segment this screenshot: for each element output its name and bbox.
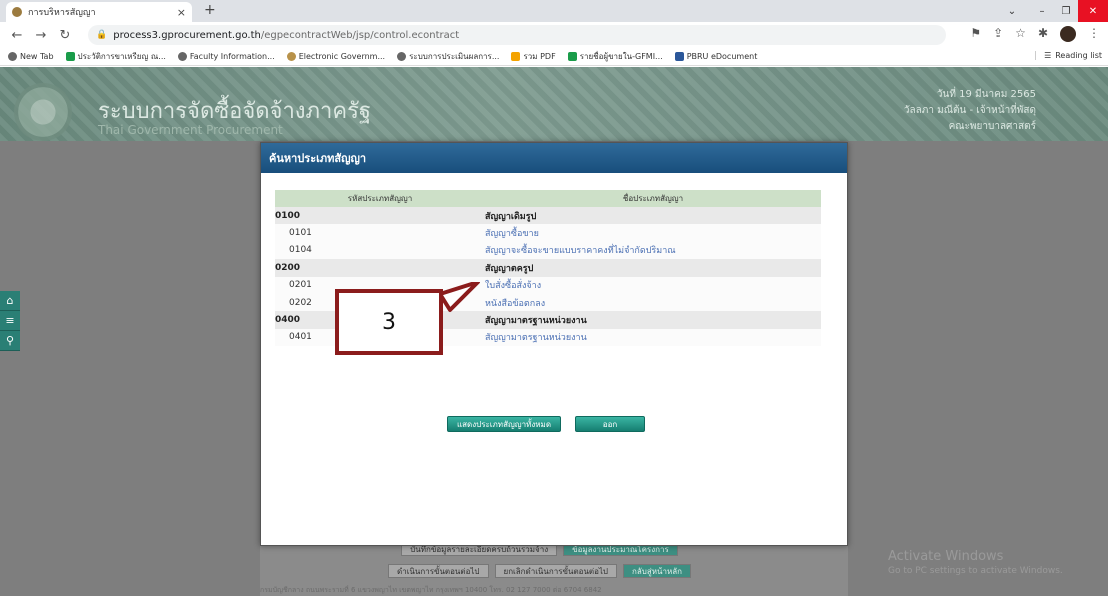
favicon-icon (12, 7, 22, 17)
step-callout: 3 (335, 289, 443, 355)
contract-name[interactable]: สัญญาจะซื้อจะขายแบบราคาคงที่ไม่จำกัดปริม… (485, 241, 821, 260)
contract-code: 0101 (275, 224, 485, 242)
dialog-buttons: แสดงประเภทสัญญาทั้งหมด ออก (447, 416, 645, 432)
star-icon[interactable]: ☆ (1015, 26, 1026, 42)
forward-icon[interactable]: → (34, 28, 48, 43)
url-input[interactable]: 🔒 process3.gprocurement.go.th/egpecontra… (88, 25, 946, 45)
bookmark-item[interactable]: รวม PDF (511, 50, 556, 63)
bookmark-icon (286, 52, 296, 61)
bookmark-item[interactable]: รายชื่อผู้ขายใน-GFMI... (567, 50, 663, 63)
column-header-name: ชื่อประเภทสัญญา (485, 190, 821, 207)
tab-search-icon[interactable]: ⌄ (994, 0, 1030, 22)
tab-title: การบริหารสัญญา (28, 8, 96, 18)
contract-type-row[interactable]: 0104 สัญญาจะซื้อจะขายแบบราคาคงที่ไม่จำกัด… (275, 241, 821, 260)
contract-code: 0104 (275, 241, 485, 260)
exit-button[interactable]: ออก (575, 416, 645, 432)
restore-icon[interactable]: ❐ (1054, 0, 1078, 22)
bookmark-item[interactable]: PBRU eDocument (674, 52, 757, 61)
contract-group-row: 0100 สัญญาเดิมรูป (275, 207, 821, 225)
search-icon[interactable]: ⚲ (0, 331, 20, 351)
bookmark-icon (567, 52, 577, 61)
contract-name[interactable]: ใบสั่งซื้อสั่งจ้าง (485, 276, 821, 294)
tab-close-icon[interactable]: × (177, 6, 186, 19)
url-path: /egpecontractWeb/jsp/control.econtract (260, 29, 460, 41)
contract-name: สัญญามาตรฐานหน่วยงาน (485, 311, 821, 329)
bookmark-item[interactable]: New Tab (8, 52, 54, 61)
government-emblem-icon (14, 83, 72, 141)
show-all-button[interactable]: แสดงประเภทสัญญาทั้งหมด (447, 416, 561, 432)
browser-tabstrip: การบริหารสัญญา × + ⌄ – ❐ ✕ (0, 0, 1108, 22)
bookmarks-bar: New Tab ประวัติการขาเหรียญ ณ... Faculty … (0, 48, 1108, 66)
url-host: process3.gprocurement.go.th (113, 29, 261, 41)
window-controls: ⌄ – ❐ ✕ (994, 0, 1108, 22)
reading-list[interactable]: ☰ Reading list (1035, 51, 1102, 60)
user-info: วันที่ 19 มีนาคม 2565 วัลลภา มณีต้น - เจ… (904, 87, 1036, 135)
next-step-button[interactable]: ดำเนินการขั้นตอนต่อไป (388, 564, 489, 578)
lock-icon: 🔒 (96, 30, 108, 40)
address-bar: ← → ↻ 🔒 process3.gprocurement.go.th/egpe… (0, 22, 1108, 48)
side-nav: ⌂ ≡ ⚲ (0, 291, 20, 351)
user-date: วันที่ 19 มีนาคม 2565 (936, 89, 1036, 100)
bookmark-icon (511, 52, 521, 61)
new-tab-button[interactable]: + (204, 2, 216, 18)
step-number: 3 (382, 309, 396, 335)
extensions-icon[interactable]: ✱ (1038, 26, 1048, 42)
contract-code: 0100 (275, 207, 485, 225)
contract-name[interactable]: สัญญาซื้อขาย (485, 224, 821, 242)
globe-icon (177, 52, 187, 61)
bookmark-item[interactable]: Faculty Information... (177, 52, 275, 61)
background-buttons: บันทึกข้อมูลรายละเอียดครบถ้วนรวมจ้าง ข้อ… (388, 542, 691, 578)
globe-icon (8, 52, 17, 61)
contract-group-row: 0200 สัญญาตครูป (275, 259, 821, 277)
minimize-icon[interactable]: – (1030, 0, 1054, 22)
contract-name: สัญญาตครูป (485, 259, 821, 277)
home-icon[interactable]: ⌂ (0, 291, 20, 311)
toolbar-icons: ⚑ ⇪ ☆ ✱ ⋮ (970, 26, 1100, 42)
contract-code: 0200 (275, 259, 485, 277)
contract-name: สัญญาเดิมรูป (485, 207, 821, 225)
contract-type-row[interactable]: 0101 สัญญาซื้อขาย (275, 224, 821, 242)
profile-avatar-icon[interactable] (1060, 26, 1076, 42)
translate-icon[interactable]: ⚑ (970, 26, 981, 42)
browser-tab[interactable]: การบริหารสัญญา × (6, 2, 192, 22)
cancel-step-button[interactable]: ยกเลิกดำเนินการขั้นตอนต่อไป (494, 564, 618, 578)
back-icon[interactable]: ← (10, 28, 24, 43)
contract-name[interactable]: สัญญามาตรฐานหน่วยงาน (485, 328, 821, 347)
bookmark-item[interactable]: ประวัติการขาเหรียญ ณ... (65, 50, 166, 63)
globe-icon (397, 52, 407, 61)
site-subtitle: Thai Government Procurement (98, 123, 283, 137)
bookmark-icon (674, 52, 684, 61)
user-org: คณะพยาบาลศาสตร์ (948, 121, 1036, 132)
reload-icon[interactable]: ↻ (58, 28, 72, 43)
dialog-title: ค้นหาประเภทสัญญา (261, 143, 847, 173)
column-header-code: รหัสประเภทสัญญา (275, 190, 485, 207)
bookmark-icon (65, 52, 75, 61)
share-icon[interactable]: ⇪ (993, 26, 1003, 42)
menu-icon[interactable]: ⋮ (1088, 26, 1100, 42)
bookmark-item[interactable]: ระบบการประเมินผลการ... (397, 50, 499, 63)
user-name: วัลลภา มณีต้น - เจ้าหน้าที่พัสดุ (903, 105, 1036, 116)
close-window-icon[interactable]: ✕ (1078, 0, 1108, 22)
activate-windows-watermark: Activate Windows Go to PC settings to ac… (888, 549, 1063, 576)
back-home-button[interactable]: กลับสู่หน้าหลัก (623, 564, 691, 578)
bookmark-item[interactable]: Electronic Governm... (286, 52, 385, 61)
site-banner: ระบบการจัดซื้อจัดจ้างภาครัฐ Thai Governm… (0, 67, 1108, 141)
footer-text: กรมบัญชีกลาง ถนนพระรามที่ 6 แขวงพญาไท เข… (260, 586, 602, 594)
menu-list-icon[interactable]: ≡ (0, 311, 20, 331)
reading-list-icon: ☰ (1044, 51, 1052, 60)
contract-name[interactable]: หนังสือข้อตกลง (485, 293, 821, 312)
